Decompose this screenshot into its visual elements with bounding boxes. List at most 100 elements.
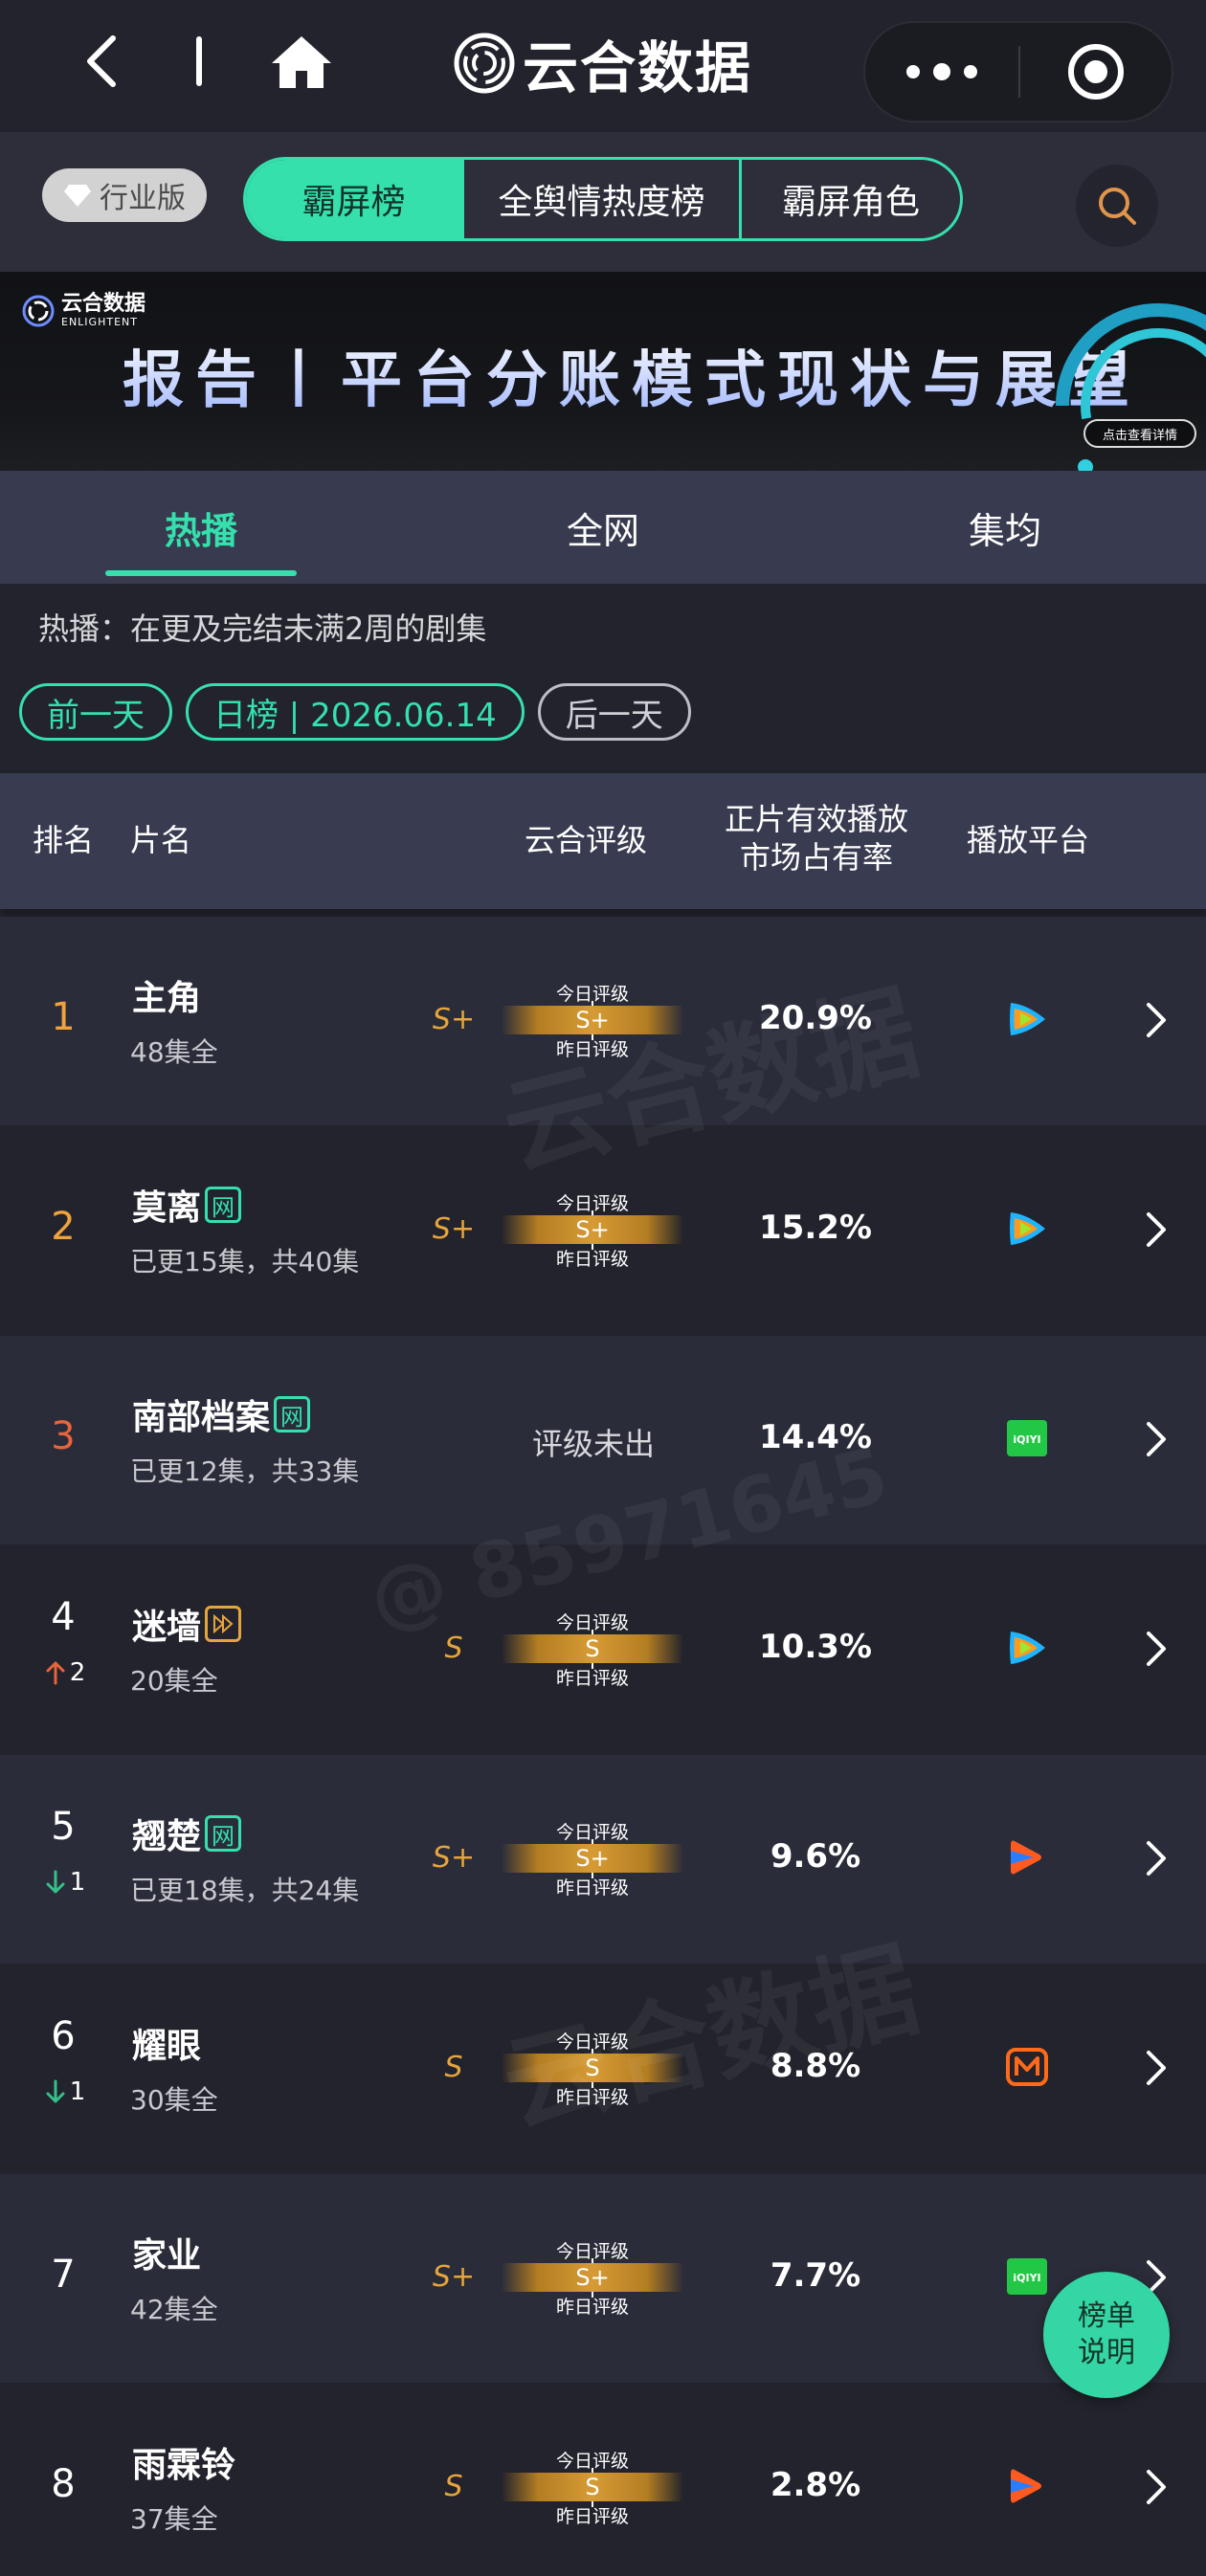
- iqiyi-icon: iQIYI: [1005, 2254, 1049, 2298]
- chevron-right-icon[interactable]: [1143, 1630, 1170, 1668]
- market-share-value: 9.6%: [770, 1837, 861, 1876]
- rank-trend-value: 1: [69, 2077, 86, 2106]
- episode-status: 48集全: [130, 1036, 218, 1068]
- show-title-text: 主角: [132, 979, 202, 1018]
- home-button[interactable]: [270, 33, 333, 90]
- arrow-down-icon: [46, 2079, 65, 2103]
- mango-tv-icon: [1005, 2045, 1049, 2089]
- chevron-right-icon[interactable]: [1143, 2468, 1170, 2506]
- diamond-icon: [64, 185, 91, 207]
- banner-logo-cn: 云合数据: [61, 292, 146, 316]
- grade-indicator: 今日评级 S 昨日评级: [502, 2028, 683, 2108]
- show-title-text: 雨霖铃: [132, 2446, 236, 2485]
- header-rank: 排名: [32, 822, 94, 858]
- back-button[interactable]: [77, 33, 124, 90]
- episode-status: 已更18集，共24集: [130, 1875, 360, 1906]
- banner-logo-en: ENLIGHTENT: [61, 316, 138, 328]
- tab-hot[interactable]: 热播: [0, 471, 402, 584]
- show-title: 翘楚网: [132, 1809, 242, 1858]
- header-share-line2: 市场占有率: [739, 839, 893, 876]
- play-badge-icon: [205, 1606, 242, 1642]
- grade-indicator: 今日评级 S+ 昨日评级: [502, 1818, 683, 1899]
- header-share-line1: 正片有效播放: [724, 801, 908, 837]
- show-title-text: 翘楚: [132, 1817, 202, 1856]
- grade-value: S+: [502, 1006, 683, 1034]
- yesterday-grade-label: 昨日评级: [555, 1877, 629, 1899]
- ranking-row[interactable]: 4 2 迷墙 20集全 S 今日评级 S 昨日评级 10.3%: [0, 1545, 1206, 1754]
- ranking-row[interactable]: 7 家业 42集全 S+ 今日评级 S+ 昨日评级 7.7% iQIYI: [0, 2174, 1206, 2383]
- grade-value: S+: [502, 2263, 683, 2292]
- banner-cta-button[interactable]: 点击查看详情: [1083, 419, 1196, 448]
- episode-status: 30集全: [130, 2084, 218, 2116]
- banner-logo: 云合数据 ENLIGHTENT: [21, 293, 145, 328]
- ranking-explanation-button[interactable]: 榜单说明: [1043, 2272, 1170, 2398]
- top-nav-bar: 云合数据: [0, 0, 1206, 132]
- industry-edition-label: 行业版: [100, 182, 186, 215]
- rank-number: 5: [51, 1805, 76, 1849]
- ranking-row[interactable]: 8 雨霖铃 37集全 S 今日评级 S 昨日评级 2.8%: [0, 2384, 1206, 2576]
- next-day-button[interactable]: 后一天: [537, 683, 691, 741]
- grade-value: S+: [502, 1844, 683, 1873]
- svg-text:iQIYI: iQIYI: [1013, 1433, 1040, 1446]
- brand-name: 云合数据: [523, 35, 753, 100]
- rank-trend: 1: [38, 1868, 92, 1897]
- chevron-right-icon[interactable]: [1143, 1839, 1170, 1877]
- more-button[interactable]: [865, 23, 1018, 121]
- grade-value: S+: [502, 1215, 683, 1244]
- close-miniprogram-button[interactable]: [1020, 41, 1172, 102]
- episode-status: 42集全: [130, 2294, 218, 2325]
- ranking-row[interactable]: 2 莫离网已更15集，共40集 S+ 今日评级 S+ 昨日评级 15.2%: [0, 1126, 1206, 1335]
- yesterday-grade-label: 昨日评级: [555, 2297, 629, 2318]
- yesterday-grade-label: 昨日评级: [555, 2506, 629, 2527]
- tencent-video-icon: [1005, 1626, 1049, 1670]
- grade-indicator: 今日评级 S+ 昨日评级: [502, 1189, 683, 1270]
- yesterday-grade-label: 昨日评级: [555, 1668, 629, 1689]
- chevron-right-icon[interactable]: [1143, 1001, 1170, 1039]
- market-share-value: 20.9%: [759, 999, 872, 1037]
- segment-bapingbang[interactable]: 霸屏榜: [246, 160, 464, 238]
- arrow-down-icon: [46, 1870, 65, 1894]
- ranking-row[interactable]: 6 1 耀眼 30集全 S 今日评级 S 昨日评级 8.8%: [0, 1965, 1206, 2173]
- rank-number: 8: [51, 2462, 76, 2506]
- episode-status: 20集全: [130, 1665, 218, 1697]
- ranking-row[interactable]: 3 南部档案网已更12集，共33集 评级未出 14.4% iQIYI: [0, 1336, 1206, 1544]
- rank-trend-value: 1: [69, 1868, 86, 1897]
- tab-all-network[interactable]: 全网: [402, 471, 804, 584]
- industry-edition-badge[interactable]: 行业版: [42, 168, 207, 222]
- home-icon: [272, 36, 331, 88]
- prev-day-button[interactable]: 前一天: [19, 683, 172, 741]
- report-banner[interactable]: 云合数据 ENLIGHTENT 报告丨平台分账模式现状与展望 点击查看详情: [0, 272, 1206, 471]
- search-button[interactable]: [1076, 165, 1158, 247]
- ranking-tabs: 热播 全网 集均: [0, 471, 1206, 584]
- segment-roles[interactable]: 霸屏角色: [742, 160, 960, 238]
- rank-trend: 1: [38, 2077, 92, 2106]
- grade-mark: S: [444, 2051, 463, 2084]
- chevron-right-icon[interactable]: [1143, 1210, 1170, 1249]
- show-title-text: 莫离: [132, 1188, 202, 1228]
- svg-text:iQIYI: iQIYI: [1013, 2272, 1040, 2284]
- grade-mark: S: [444, 2470, 463, 2503]
- market-share-value: 15.2%: [759, 1209, 872, 1247]
- enlightent-logo-icon: [22, 295, 55, 326]
- rank-number: 3: [51, 1414, 76, 1458]
- grade-mark: S: [444, 1632, 463, 1665]
- chevron-left-icon: [87, 35, 116, 87]
- grade-indicator: 今日评级 S 昨日评级: [502, 1609, 683, 1689]
- filter-row: 行业版 霸屏榜 全舆情热度榜 霸屏角色: [0, 132, 1206, 272]
- segment-public-opinion[interactable]: 全舆情热度榜: [464, 160, 742, 238]
- iqiyi-icon: iQIYI: [1005, 1416, 1049, 1460]
- yesterday-grade-label: 昨日评级: [555, 1039, 629, 1060]
- grade-value: S: [502, 1634, 683, 1663]
- chevron-right-icon[interactable]: [1143, 1420, 1170, 1458]
- tencent-video-icon: [1005, 997, 1049, 1041]
- chevron-right-icon[interactable]: [1143, 2049, 1170, 2087]
- show-title: 迷墙: [132, 1599, 242, 1649]
- current-date-button[interactable]: 日榜 | 2026.06.14: [186, 683, 525, 741]
- header-platform: 播放平台: [966, 822, 1089, 858]
- header-title: 片名: [130, 822, 192, 858]
- tab-per-episode[interactable]: 集均: [804, 471, 1206, 584]
- ranking-row[interactable]: 5 1 翘楚网已更18集，共24集 S+ 今日评级 S+ 昨日评级 9.6%: [0, 1755, 1206, 1964]
- show-title-text: 迷墙: [132, 1608, 202, 1647]
- ranking-type-segmented: 霸屏榜 全舆情热度榜 霸屏角色: [243, 157, 963, 241]
- ranking-row[interactable]: 1 主角 48集全 S+ 今日评级 S+ 昨日评级 20.9%: [0, 917, 1206, 1125]
